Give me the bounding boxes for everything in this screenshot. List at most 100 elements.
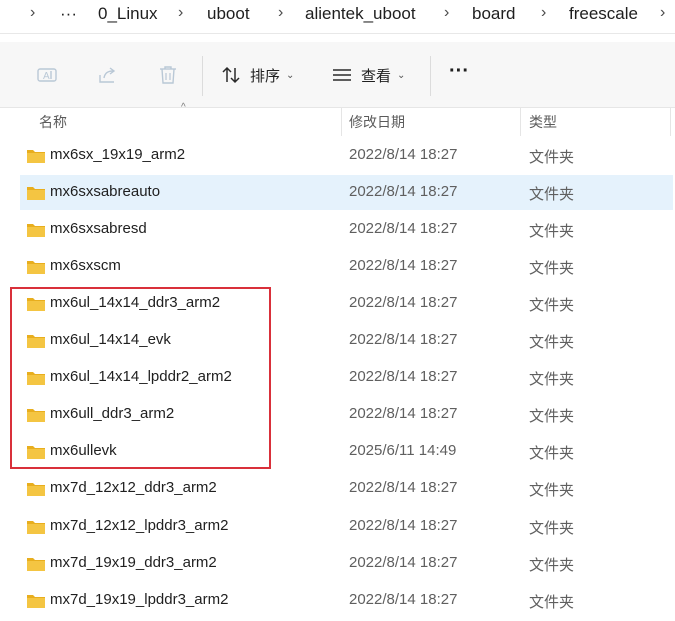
file-modified-date: 2022/8/14 18:27 — [349, 294, 458, 312]
file-type: 文件夹 — [529, 371, 575, 389]
file-name: mx7d_19x19_lpddr3_arm2 — [50, 590, 229, 608]
column-header-modified[interactable]: 修改日期 — [349, 112, 405, 132]
folder-icon — [27, 335, 45, 349]
view-button[interactable]: 查看 ⌄ — [331, 59, 405, 91]
folder-icon — [27, 446, 45, 460]
rename-button[interactable]: A — [36, 59, 58, 91]
file-name: mx7d_19x19_ddr3_arm2 — [50, 553, 217, 571]
share-button[interactable] — [97, 59, 119, 91]
breadcrumb-item-board[interactable]: board — [472, 4, 515, 24]
file-row[interactable]: mx6sxscm 2022/8/14 18:27 文件夹 — [20, 249, 673, 284]
file-row[interactable]: mx6ul_14x14_lpddr2_arm2 2022/8/14 18:27 文件… — [20, 360, 673, 395]
file-row[interactable]: mx7d_12x12_lpddr3_arm2 2022/8/14 18:27 文件夹 — [20, 509, 673, 544]
folder-icon — [27, 298, 45, 312]
file-modified-date: 2022/8/14 18:27 — [349, 516, 458, 534]
file-type: 文件夹 — [529, 482, 575, 500]
folder-icon — [27, 409, 45, 423]
file-modified-date: 2022/8/14 18:27 — [349, 257, 458, 275]
file-row[interactable]: mx6ul_14x14_ddr3_arm2 2022/8/14 18:27 文件夹 — [20, 286, 673, 321]
sort-icon — [222, 66, 240, 84]
file-type: 文件夹 — [529, 223, 575, 241]
chevron-down-icon: ⌄ — [397, 69, 406, 81]
folder-icon — [27, 150, 45, 163]
chevron-right-icon[interactable]: › — [444, 4, 449, 22]
command-bar: A 排序 ⌄ 查看 ⌄ ··· — [0, 42, 675, 108]
breadcrumb-item-0-linux[interactable]: 0_Linux — [98, 4, 158, 24]
file-modified-date: 2022/8/14 18:27 — [349, 590, 458, 608]
folder-icon — [27, 520, 45, 534]
file-modified-date: 2022/8/14 18:27 — [349, 368, 458, 386]
folder-icon — [27, 187, 45, 201]
chevron-right-icon[interactable]: › — [541, 4, 546, 22]
column-header-name[interactable]: 名称 — [39, 112, 67, 132]
file-row[interactable]: mx6sx_19x19_arm2 2022/8/14 18:27 文件夹 — [20, 138, 673, 173]
file-type: 文件夹 — [529, 593, 575, 611]
file-name: mx6sxsabreauto — [50, 183, 161, 201]
breadcrumb-item-freescale[interactable]: freescale — [569, 4, 638, 24]
file-name: mx7d_12x12_ddr3_arm2 — [50, 479, 217, 497]
breadcrumb-item-alientek-uboot[interactable]: alientek_uboot — [305, 4, 416, 24]
file-type: 文件夹 — [529, 519, 575, 537]
file-modified-date: 2022/8/14 18:27 — [349, 405, 458, 423]
chevron-right-icon[interactable]: › — [178, 4, 183, 22]
folder-icon — [27, 483, 45, 497]
file-name: mx6sxscm — [50, 257, 121, 275]
column-header-type[interactable]: 类型 — [529, 112, 557, 132]
file-name: mx6ul_14x14_ddr3_arm2 — [50, 294, 221, 312]
folder-icon — [27, 261, 45, 275]
file-name: mx6ul_14x14_lpddr2_arm2 — [50, 368, 232, 386]
file-modified-date: 2022/8/14 18:27 — [349, 479, 458, 497]
chevron-down-icon: ⌄ — [286, 69, 295, 81]
file-name: mx6ull_ddr3_arm2 — [50, 405, 175, 423]
more-options-button[interactable]: ··· — [449, 55, 469, 87]
file-modified-date: 2022/8/14 18:27 — [349, 183, 458, 201]
file-row[interactable]: mx7d_19x19_ddr3_arm2 2022/8/14 18:27 文件夹 — [20, 546, 673, 581]
sort-ascending-icon: ^ — [181, 102, 186, 113]
file-row[interactable]: mx7d_12x12_ddr3_arm2 2022/8/14 18:27 文件夹 — [20, 471, 673, 506]
view-label: 查看 — [361, 67, 392, 85]
file-name: mx6ullevk — [50, 442, 117, 460]
file-row[interactable]: mx7d_19x19_lpddr3_arm2 2022/8/14 18:27 文件夹 — [20, 583, 673, 618]
file-row[interactable]: mx6sxsabresd 2022/8/14 18:27 文件夹 — [20, 212, 673, 247]
file-modified-date: 2022/8/14 18:27 — [349, 553, 458, 571]
folder-icon — [27, 594, 45, 608]
folder-icon — [27, 557, 45, 571]
delete-button[interactable] — [157, 59, 179, 91]
file-row[interactable]: mx6ull_ddr3_arm2 2022/8/14 18:27 文件夹 — [20, 397, 673, 432]
file-type: 文件夹 — [529, 445, 575, 463]
file-modified-date: 2022/8/14 18:27 — [349, 220, 458, 238]
file-modified-date: 2022/8/14 18:27 — [349, 331, 458, 349]
breadcrumb-overflow-button[interactable]: ··· — [60, 4, 77, 24]
column-headers: ^ 名称 修改日期 类型 — [0, 102, 675, 136]
chevron-right-icon: › — [30, 4, 36, 21]
file-type: 文件夹 — [529, 260, 575, 278]
delete-icon — [160, 66, 176, 84]
file-name: mx6ul_14x14_evk — [50, 331, 171, 349]
file-type: 文件夹 — [529, 334, 575, 352]
view-icon — [333, 69, 351, 81]
file-row[interactable]: mx6ullevk 2025/6/11 14:49 文件夹 — [20, 434, 673, 469]
rename-icon: A — [37, 68, 57, 82]
folder-icon — [27, 224, 45, 238]
file-row[interactable]: mx6sxsabreauto 2022/8/14 18:27 文件夹 — [20, 175, 673, 211]
chevron-right-icon[interactable]: › — [278, 4, 283, 22]
file-row[interactable]: mx6ul_14x14_evk 2022/8/14 18:27 文件夹 — [20, 323, 673, 358]
share-icon — [99, 67, 116, 83]
file-type: 文件夹 — [529, 149, 575, 166]
file-modified-date: 2025/6/11 14:49 — [349, 442, 457, 460]
sort-label: 排序 — [250, 67, 281, 85]
file-name: mx7d_12x12_lpddr3_arm2 — [50, 516, 229, 534]
file-type: 文件夹 — [529, 186, 575, 204]
chevron-right-icon[interactable]: › — [660, 4, 665, 22]
sort-button[interactable]: 排序 ⌄ — [220, 59, 294, 91]
breadcrumb-item-uboot[interactable]: uboot — [207, 4, 250, 24]
folder-icon — [27, 372, 45, 386]
file-type: 文件夹 — [529, 297, 575, 315]
file-type: 文件夹 — [529, 408, 575, 426]
address-bar[interactable]: › ··· 0_Linux › uboot › alientek_uboot ›… — [0, 0, 675, 34]
file-name: mx6sx_19x19_arm2 — [50, 146, 186, 163]
file-type: 文件夹 — [529, 556, 575, 574]
svg-text:A: A — [43, 71, 50, 82]
file-name: mx6sxsabresd — [50, 220, 147, 238]
file-modified-date: 2022/8/14 18:27 — [349, 146, 458, 163]
